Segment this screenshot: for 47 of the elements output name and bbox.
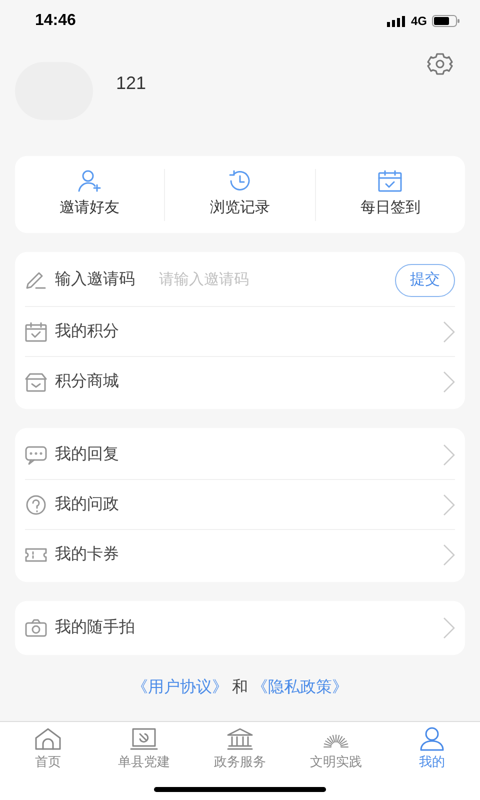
menu-item[interactable]: 我的回复	[25, 430, 455, 480]
gift-box-icon	[25, 372, 47, 392]
menu-label: 我的积分	[55, 322, 120, 342]
question-icon	[25, 494, 47, 514]
tab[interactable]: 政务服务	[192, 727, 288, 772]
settings-icon[interactable]	[427, 52, 453, 76]
signal-icon	[386, 16, 406, 26]
menu-label: 我的回复	[55, 444, 120, 464]
network-label: 4G	[410, 13, 427, 30]
tab[interactable]: 首页	[0, 727, 96, 772]
menu-item[interactable]: 积分商城	[25, 357, 455, 407]
add-user-icon	[76, 169, 103, 194]
status-time: 14:46	[35, 11, 76, 31]
menu-label: 我的卡券	[55, 544, 120, 565]
menu-label: 积分商城	[55, 372, 120, 392]
chat-bubble-icon	[25, 444, 47, 464]
quick-action[interactable]: 每日签到	[360, 169, 420, 220]
invite-code-field[interactable]: 请输入邀请码	[159, 268, 387, 292]
menu-item[interactable]: 我的问政	[25, 480, 455, 530]
chevron-right-icon	[443, 494, 455, 516]
camera-icon	[25, 618, 47, 638]
battery-icon	[432, 15, 460, 27]
quick-action[interactable]: 邀请好友	[60, 169, 120, 220]
menu-item[interactable]: 我的积分	[25, 307, 455, 357]
chevron-right-icon	[443, 617, 455, 639]
chevron-right-icon	[443, 444, 455, 466]
tab[interactable]: 文明实践	[288, 727, 384, 772]
menu-item[interactable]: 我的随手拍	[25, 603, 455, 653]
user-name: 121	[116, 72, 148, 95]
chevron-right-icon	[443, 320, 455, 342]
chevron-right-icon	[443, 371, 455, 393]
user-icon	[418, 727, 446, 751]
chevron-right-icon	[443, 544, 455, 566]
menu-label: 我的随手拍	[55, 618, 136, 638]
quick-action[interactable]: 浏览记录	[210, 169, 270, 220]
menu-label: 输入邀请码	[55, 270, 135, 290]
menu-label: 我的问政	[55, 494, 120, 514]
calendar-check-icon	[377, 169, 404, 194]
book-emblem-icon	[130, 727, 158, 751]
calendar-check-icon	[25, 322, 47, 342]
menu-item[interactable]: 我的卡券	[25, 530, 455, 580]
conjunction-text: 和	[232, 678, 248, 698]
tab[interactable]: 单县党建	[96, 727, 192, 772]
government-building-icon	[226, 727, 254, 751]
pencil-icon	[25, 270, 47, 290]
history-icon	[226, 169, 253, 194]
home-icon	[34, 727, 62, 751]
